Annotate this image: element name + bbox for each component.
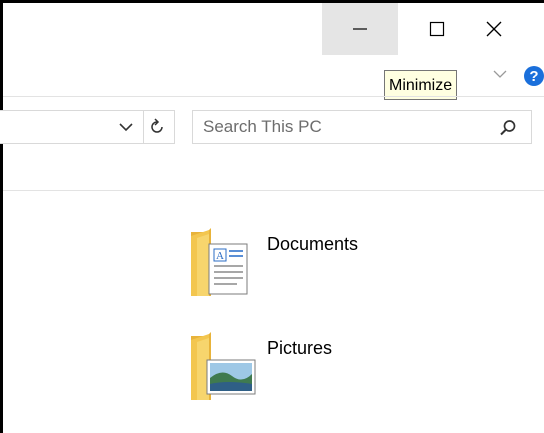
address-history-chevron-down-icon[interactable] — [117, 118, 135, 136]
pictures-folder-icon — [191, 332, 256, 400]
file-explorer-window: Minimize ? A — [0, 0, 544, 433]
search-box[interactable] — [192, 110, 532, 144]
close-button[interactable] — [476, 3, 544, 55]
list-item-pictures[interactable]: Pictures — [187, 328, 387, 408]
close-icon — [486, 21, 502, 37]
search-input[interactable] — [203, 111, 483, 143]
help-icon[interactable]: ? — [523, 65, 544, 87]
search-icon[interactable] — [498, 118, 518, 138]
documents-label: Documents — [267, 234, 359, 254]
minimize-button[interactable] — [322, 3, 398, 55]
svg-text:A: A — [216, 250, 224, 262]
pictures-label: Pictures — [267, 338, 333, 358]
maximize-icon — [429, 21, 445, 37]
svg-text:?: ? — [529, 68, 538, 85]
address-separator — [143, 111, 144, 143]
minimize-icon — [353, 28, 367, 30]
window-left-border — [0, 0, 3, 433]
list-item-documents[interactable]: A Documents — [187, 224, 387, 304]
refresh-icon[interactable] — [147, 117, 167, 137]
content-divider — [3, 190, 544, 191]
documents-folder-icon: A — [191, 228, 248, 296]
maximize-button[interactable] — [399, 3, 475, 55]
ribbon-divider — [3, 96, 544, 97]
expand-ribbon-chevron-icon[interactable] — [492, 66, 508, 82]
